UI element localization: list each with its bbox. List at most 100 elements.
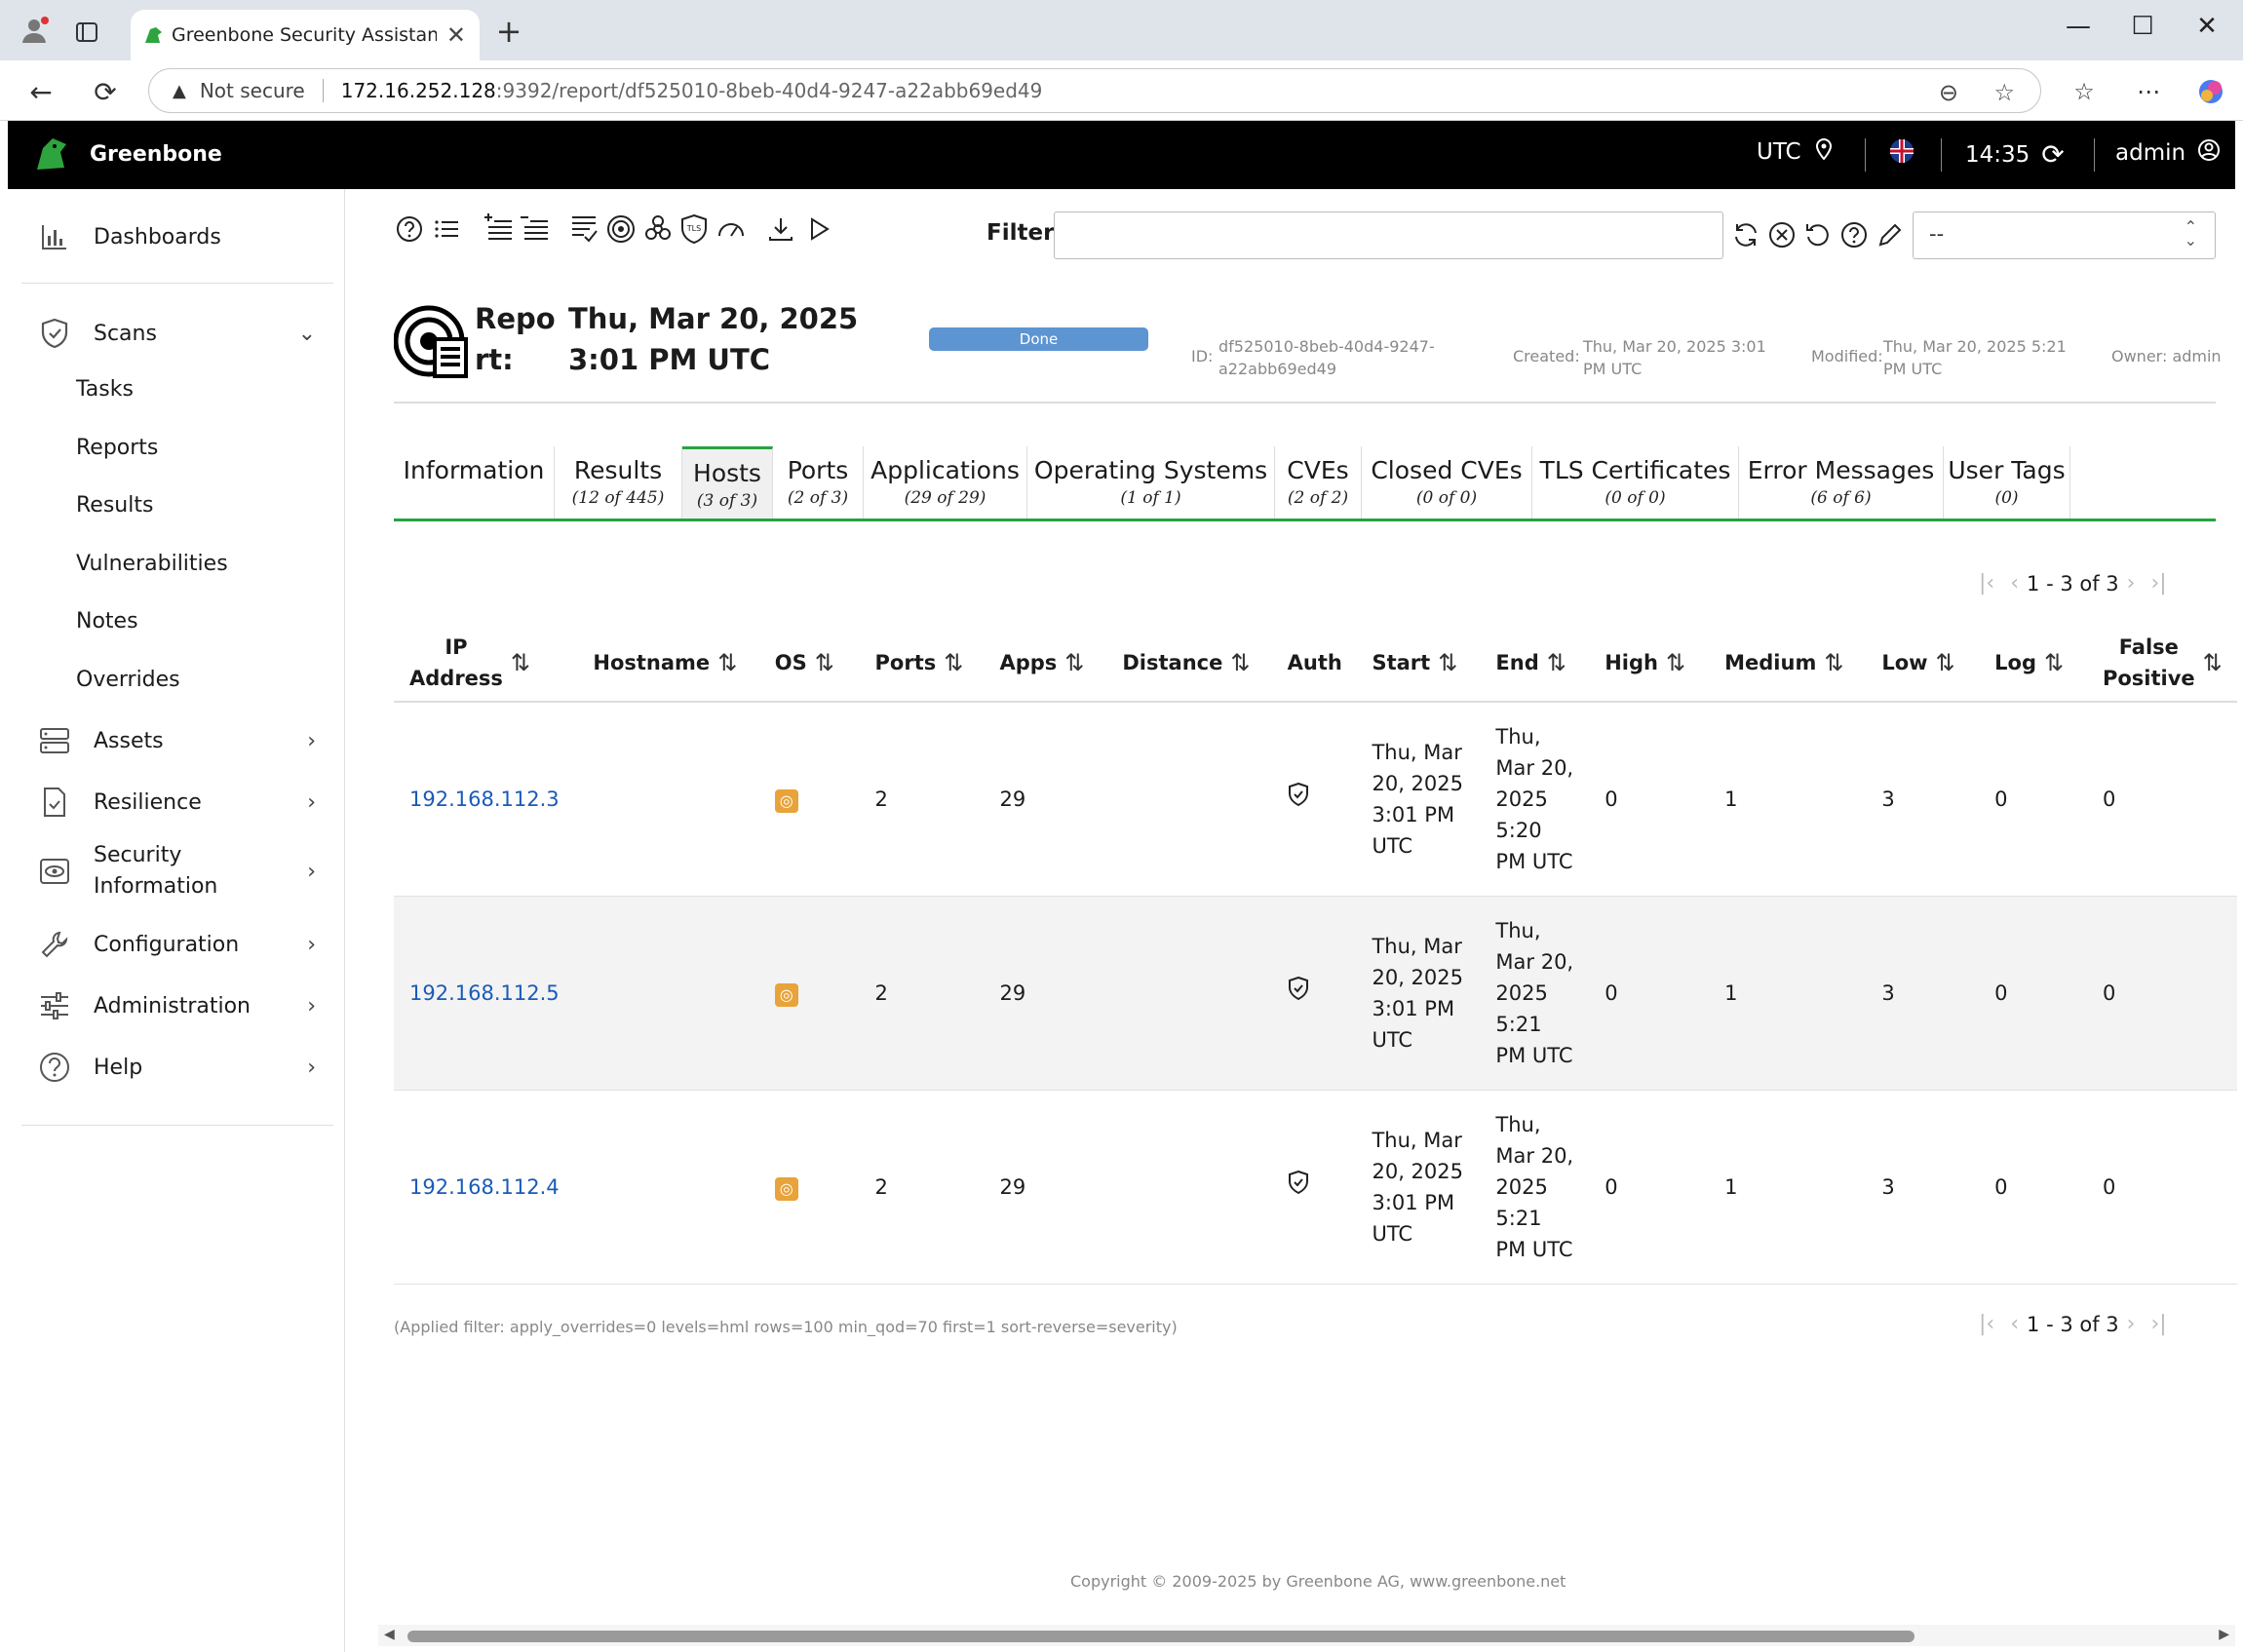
tab-information[interactable]: Information (394, 446, 555, 519)
next-page-icon[interactable]: › (2127, 1312, 2136, 1336)
col-end[interactable]: End ⇅ (1480, 624, 1590, 703)
list-icon[interactable] (430, 212, 463, 246)
host-ip-link[interactable]: 192.168.112.4 (409, 1175, 560, 1199)
language-flag-icon[interactable] (1889, 138, 1914, 164)
add-to-assets-icon[interactable] (482, 212, 515, 246)
tab-hosts[interactable]: Hosts (3 of 3) (682, 446, 773, 519)
start-alert-icon[interactable] (802, 212, 835, 246)
new-tab-button[interactable]: + (491, 13, 526, 50)
menu-dashboards[interactable]: Dashboards (8, 214, 345, 259)
menu-results[interactable]: Results (76, 493, 153, 518)
col-hostname[interactable]: Hostname ⇅ (577, 624, 759, 703)
sort-arrows-icon[interactable]: ⇅ (1230, 649, 1250, 676)
scroll-left-icon[interactable]: ◀ (384, 1627, 395, 1642)
sort-arrows-icon[interactable]: ⇅ (944, 649, 963, 676)
sort-arrows-icon[interactable]: ⇅ (1666, 649, 1685, 676)
address-bar[interactable]: ▲ Not secure 172.16.252.128:9392/report/… (148, 68, 2041, 113)
help-icon[interactable] (393, 212, 426, 246)
edit-filter-icon[interactable] (1874, 218, 1907, 251)
col-ports[interactable]: Ports ⇅ (859, 624, 985, 703)
ubuntu-icon[interactable]: ◎ (774, 982, 798, 1007)
favorites-icon[interactable]: ☆ (2065, 72, 2104, 111)
menu-scans[interactable]: Scans ⌄ (8, 311, 345, 356)
menu-overrides[interactable]: Overrides (76, 668, 180, 692)
filter-select[interactable]: -- ⌃ ⌄ (1913, 211, 2216, 259)
tab-ports[interactable]: Ports (2 of 3) (773, 446, 864, 519)
col-ip-address[interactable]: IP Address ⇅ (394, 624, 578, 703)
menu-security-information[interactable]: Security Information › (8, 840, 345, 903)
col-distance[interactable]: Distance ⇅ (1106, 624, 1272, 703)
last-page-icon[interactable]: ›| (2150, 1312, 2166, 1336)
scan-target-icon[interactable] (604, 212, 638, 246)
previous-page-icon[interactable]: ‹ (2010, 571, 2019, 595)
more-menu-icon[interactable]: ⋯ (2129, 72, 2168, 111)
back-icon[interactable]: ← (21, 72, 60, 111)
sort-arrows-icon[interactable]: ⇅ (1064, 649, 1084, 676)
tab-user-tags[interactable]: User Tags (0) (1944, 446, 2070, 519)
security-status[interactable]: Not secure (200, 79, 305, 102)
brand[interactable]: Greenbone (33, 134, 222, 173)
sort-arrows-icon[interactable]: ⇅ (2044, 649, 2064, 676)
horizontal-scrollbar[interactable]: ◀ ▶ (378, 1625, 2235, 1646)
sort-arrows-icon[interactable]: ⇅ (1936, 649, 1955, 676)
reset-filter-icon[interactable] (1801, 218, 1835, 251)
col-low[interactable]: Low ⇅ (1866, 624, 1980, 703)
profile-icon[interactable] (18, 14, 51, 47)
tab-error-messages[interactable]: Error Messages (6 of 6) (1739, 446, 1944, 519)
sort-arrows-icon[interactable]: ⇅ (511, 649, 530, 676)
report-list-icon[interactable] (567, 212, 600, 246)
host-ip-link[interactable]: 192.168.112.3 (409, 788, 560, 811)
window-minimize-button[interactable]: — (2059, 12, 2098, 41)
tab-applications[interactable]: Applications (29 of 29) (864, 446, 1027, 519)
renew-session-icon[interactable]: ⟳ (2041, 138, 2064, 171)
refresh-filter-icon[interactable] (1729, 218, 1762, 251)
sort-arrows-icon[interactable]: ⇅ (2203, 649, 2223, 676)
scrollbar-thumb[interactable] (407, 1631, 1914, 1642)
col-medium[interactable]: Medium ⇅ (1709, 624, 1867, 703)
tab-tls-certificates[interactable]: TLS Certificates (0 of 0) (1532, 446, 1739, 519)
reader-mode-icon[interactable]: ⊖ (1939, 79, 1958, 106)
scroll-right-icon[interactable]: ▶ (2219, 1627, 2229, 1642)
user-menu[interactable]: admin (2115, 138, 2221, 168)
menu-configuration[interactable]: Configuration › (8, 922, 345, 967)
ubuntu-icon[interactable]: ◎ (774, 788, 798, 813)
tab-cves[interactable]: CVEs (2 of 2) (1275, 446, 1362, 519)
col-os[interactable]: OS ⇅ (758, 624, 860, 703)
col-apps[interactable]: Apps ⇅ (984, 624, 1107, 703)
biohazard-icon[interactable] (641, 212, 675, 246)
remove-from-assets-icon[interactable] (518, 212, 551, 246)
copilot-icon[interactable] (2191, 72, 2230, 111)
host-ip-link[interactable]: 192.168.112.5 (409, 981, 560, 1005)
previous-page-icon[interactable]: ‹ (2010, 1312, 2019, 1336)
col-start[interactable]: Start ⇅ (1356, 624, 1481, 703)
sort-arrows-icon[interactable]: ⇅ (1438, 649, 1457, 676)
sort-arrows-icon[interactable]: ⇅ (1824, 649, 1843, 676)
reload-icon[interactable]: ⟳ (86, 72, 125, 111)
tls-shield-icon[interactable]: TLS (677, 212, 711, 246)
menu-resilience[interactable]: Resilience › (8, 780, 345, 825)
browser-tab-active[interactable]: Greenbone Security Assistant - Re ✕ (131, 10, 480, 60)
menu-vulnerabilities[interactable]: Vulnerabilities (76, 552, 228, 576)
sort-arrows-icon[interactable]: ⇅ (1547, 649, 1566, 676)
menu-notes[interactable]: Notes (76, 609, 138, 634)
window-close-button[interactable]: ✕ (2187, 12, 2226, 41)
next-page-icon[interactable]: › (2127, 571, 2136, 595)
window-maximize-button[interactable]: ☐ (2123, 12, 2162, 41)
ubuntu-icon[interactable]: ◎ (774, 1176, 798, 1201)
col-false-positive[interactable]: False Positive ⇅ (2086, 624, 2237, 703)
menu-tasks[interactable]: Tasks (76, 377, 134, 402)
tab-results[interactable]: Results (12 of 445) (555, 446, 682, 519)
menu-administration[interactable]: Administration › (8, 983, 345, 1028)
clear-filter-icon[interactable] (1765, 218, 1798, 251)
first-page-icon[interactable]: |‹ (1979, 1312, 1994, 1336)
download-icon[interactable] (764, 212, 797, 246)
sort-arrows-icon[interactable]: ⇅ (815, 649, 834, 676)
menu-reports[interactable]: Reports (76, 436, 158, 460)
first-page-icon[interactable]: |‹ (1979, 571, 1994, 595)
filter-input[interactable] (1054, 211, 1723, 259)
col-high[interactable]: High ⇅ (1589, 624, 1710, 703)
sort-arrows-icon[interactable]: ⇅ (717, 649, 737, 676)
performance-gauge-icon[interactable] (715, 212, 748, 246)
tab-closed-cves[interactable]: Closed CVEs (0 of 0) (1362, 446, 1532, 519)
tab-actions-icon[interactable] (72, 18, 101, 47)
